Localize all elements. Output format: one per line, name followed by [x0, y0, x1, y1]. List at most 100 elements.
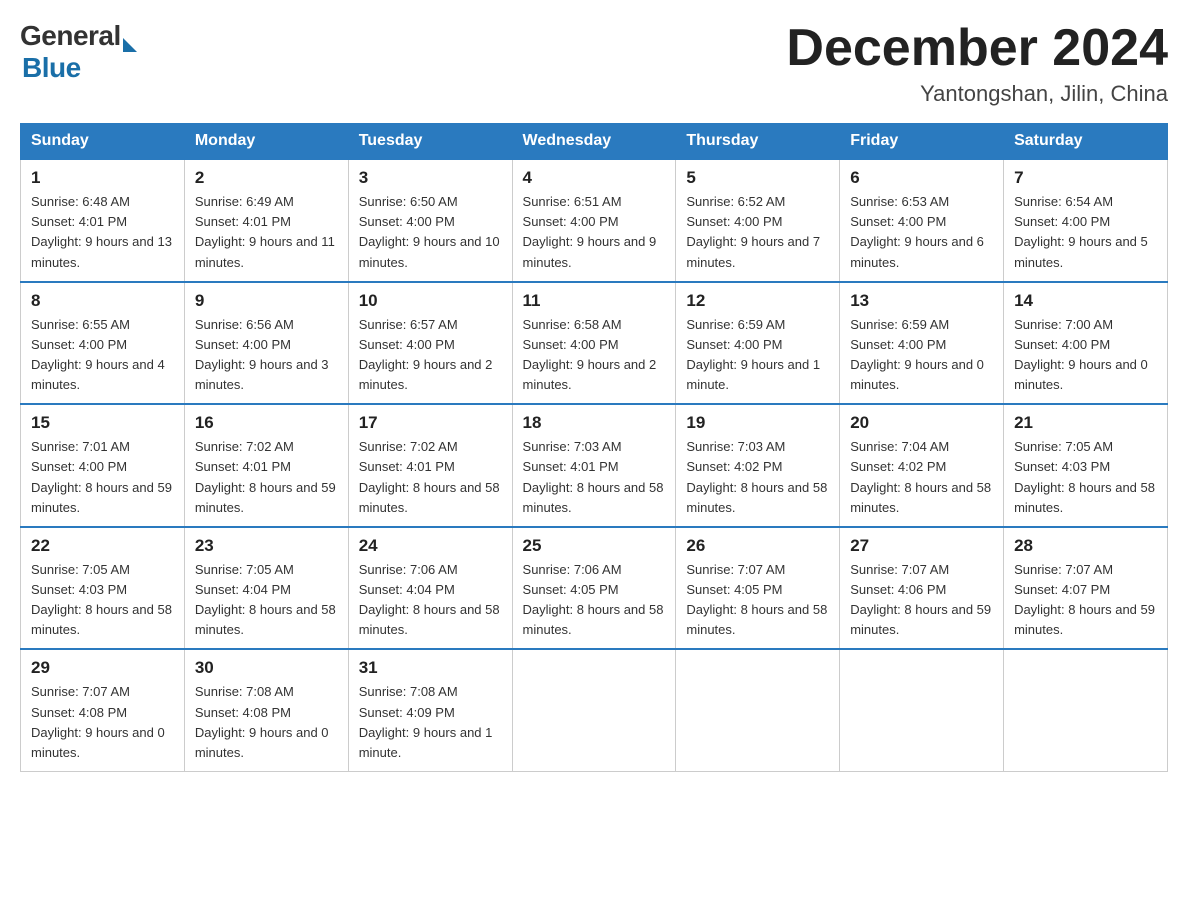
day-number: 6 — [850, 168, 993, 188]
day-info: Sunrise: 6:54 AMSunset: 4:00 PMDaylight:… — [1014, 194, 1148, 269]
calendar-table: SundayMondayTuesdayWednesdayThursdayFrid… — [20, 123, 1168, 772]
month-title: December 2024 — [786, 20, 1168, 77]
day-info: Sunrise: 7:02 AMSunset: 4:01 PMDaylight:… — [359, 439, 500, 514]
day-info: Sunrise: 7:07 AMSunset: 4:05 PMDaylight:… — [686, 562, 827, 637]
day-info: Sunrise: 7:00 AMSunset: 4:00 PMDaylight:… — [1014, 317, 1148, 392]
day-number: 14 — [1014, 291, 1157, 311]
day-number: 26 — [686, 536, 829, 556]
day-number: 17 — [359, 413, 502, 433]
day-number: 29 — [31, 658, 174, 678]
day-info: Sunrise: 6:53 AMSunset: 4:00 PMDaylight:… — [850, 194, 984, 269]
calendar-cell: 6 Sunrise: 6:53 AMSunset: 4:00 PMDayligh… — [840, 159, 1004, 282]
day-info: Sunrise: 7:06 AMSunset: 4:05 PMDaylight:… — [523, 562, 664, 637]
calendar-week-row: 8 Sunrise: 6:55 AMSunset: 4:00 PMDayligh… — [21, 282, 1168, 405]
day-number: 16 — [195, 413, 338, 433]
calendar-cell: 14 Sunrise: 7:00 AMSunset: 4:00 PMDaylig… — [1004, 282, 1168, 405]
page-header: General Blue December 2024 Yantongshan, … — [20, 20, 1168, 107]
day-number: 18 — [523, 413, 666, 433]
title-area: December 2024 Yantongshan, Jilin, China — [786, 20, 1168, 107]
day-number: 12 — [686, 291, 829, 311]
logo-general-text: General — [20, 20, 121, 52]
calendar-cell: 22 Sunrise: 7:05 AMSunset: 4:03 PMDaylig… — [21, 527, 185, 650]
day-number: 3 — [359, 168, 502, 188]
day-number: 1 — [31, 168, 174, 188]
day-number: 28 — [1014, 536, 1157, 556]
day-info: Sunrise: 6:59 AMSunset: 4:00 PMDaylight:… — [686, 317, 820, 392]
calendar-week-row: 29 Sunrise: 7:07 AMSunset: 4:08 PMDaylig… — [21, 649, 1168, 771]
day-info: Sunrise: 6:52 AMSunset: 4:00 PMDaylight:… — [686, 194, 820, 269]
calendar-cell: 16 Sunrise: 7:02 AMSunset: 4:01 PMDaylig… — [184, 404, 348, 527]
day-number: 2 — [195, 168, 338, 188]
location-text: Yantongshan, Jilin, China — [786, 81, 1168, 107]
column-header-monday: Monday — [184, 124, 348, 160]
calendar-cell: 18 Sunrise: 7:03 AMSunset: 4:01 PMDaylig… — [512, 404, 676, 527]
calendar-cell — [512, 649, 676, 771]
day-info: Sunrise: 7:04 AMSunset: 4:02 PMDaylight:… — [850, 439, 991, 514]
day-number: 24 — [359, 536, 502, 556]
day-number: 8 — [31, 291, 174, 311]
day-info: Sunrise: 7:07 AMSunset: 4:07 PMDaylight:… — [1014, 562, 1155, 637]
day-info: Sunrise: 7:02 AMSunset: 4:01 PMDaylight:… — [195, 439, 336, 514]
day-info: Sunrise: 7:05 AMSunset: 4:03 PMDaylight:… — [31, 562, 172, 637]
calendar-cell: 25 Sunrise: 7:06 AMSunset: 4:05 PMDaylig… — [512, 527, 676, 650]
day-number: 5 — [686, 168, 829, 188]
day-info: Sunrise: 7:06 AMSunset: 4:04 PMDaylight:… — [359, 562, 500, 637]
calendar-cell: 3 Sunrise: 6:50 AMSunset: 4:00 PMDayligh… — [348, 159, 512, 282]
calendar-cell: 7 Sunrise: 6:54 AMSunset: 4:00 PMDayligh… — [1004, 159, 1168, 282]
day-info: Sunrise: 7:08 AMSunset: 4:09 PMDaylight:… — [359, 684, 493, 759]
calendar-cell: 26 Sunrise: 7:07 AMSunset: 4:05 PMDaylig… — [676, 527, 840, 650]
column-header-friday: Friday — [840, 124, 1004, 160]
day-number: 11 — [523, 291, 666, 311]
calendar-cell: 1 Sunrise: 6:48 AMSunset: 4:01 PMDayligh… — [21, 159, 185, 282]
day-info: Sunrise: 6:58 AMSunset: 4:00 PMDaylight:… — [523, 317, 657, 392]
calendar-cell: 24 Sunrise: 7:06 AMSunset: 4:04 PMDaylig… — [348, 527, 512, 650]
column-header-saturday: Saturday — [1004, 124, 1168, 160]
column-header-wednesday: Wednesday — [512, 124, 676, 160]
logo-arrow-icon — [123, 38, 137, 52]
calendar-cell: 21 Sunrise: 7:05 AMSunset: 4:03 PMDaylig… — [1004, 404, 1168, 527]
calendar-cell: 8 Sunrise: 6:55 AMSunset: 4:00 PMDayligh… — [21, 282, 185, 405]
day-number: 15 — [31, 413, 174, 433]
calendar-cell: 31 Sunrise: 7:08 AMSunset: 4:09 PMDaylig… — [348, 649, 512, 771]
calendar-cell: 19 Sunrise: 7:03 AMSunset: 4:02 PMDaylig… — [676, 404, 840, 527]
day-number: 7 — [1014, 168, 1157, 188]
calendar-cell: 29 Sunrise: 7:07 AMSunset: 4:08 PMDaylig… — [21, 649, 185, 771]
day-number: 30 — [195, 658, 338, 678]
day-info: Sunrise: 7:07 AMSunset: 4:06 PMDaylight:… — [850, 562, 991, 637]
day-number: 22 — [31, 536, 174, 556]
calendar-cell — [840, 649, 1004, 771]
calendar-week-row: 1 Sunrise: 6:48 AMSunset: 4:01 PMDayligh… — [21, 159, 1168, 282]
day-info: Sunrise: 7:03 AMSunset: 4:01 PMDaylight:… — [523, 439, 664, 514]
column-header-thursday: Thursday — [676, 124, 840, 160]
day-info: Sunrise: 7:01 AMSunset: 4:00 PMDaylight:… — [31, 439, 172, 514]
day-info: Sunrise: 7:08 AMSunset: 4:08 PMDaylight:… — [195, 684, 329, 759]
day-info: Sunrise: 7:05 AMSunset: 4:03 PMDaylight:… — [1014, 439, 1155, 514]
calendar-cell: 27 Sunrise: 7:07 AMSunset: 4:06 PMDaylig… — [840, 527, 1004, 650]
day-number: 10 — [359, 291, 502, 311]
calendar-cell: 13 Sunrise: 6:59 AMSunset: 4:00 PMDaylig… — [840, 282, 1004, 405]
day-number: 27 — [850, 536, 993, 556]
day-number: 20 — [850, 413, 993, 433]
day-number: 9 — [195, 291, 338, 311]
calendar-cell: 12 Sunrise: 6:59 AMSunset: 4:00 PMDaylig… — [676, 282, 840, 405]
calendar-cell: 28 Sunrise: 7:07 AMSunset: 4:07 PMDaylig… — [1004, 527, 1168, 650]
day-number: 19 — [686, 413, 829, 433]
day-info: Sunrise: 6:55 AMSunset: 4:00 PMDaylight:… — [31, 317, 165, 392]
column-header-tuesday: Tuesday — [348, 124, 512, 160]
day-number: 23 — [195, 536, 338, 556]
day-number: 31 — [359, 658, 502, 678]
calendar-cell: 4 Sunrise: 6:51 AMSunset: 4:00 PMDayligh… — [512, 159, 676, 282]
day-info: Sunrise: 6:48 AMSunset: 4:01 PMDaylight:… — [31, 194, 172, 269]
calendar-cell: 2 Sunrise: 6:49 AMSunset: 4:01 PMDayligh… — [184, 159, 348, 282]
day-info: Sunrise: 6:50 AMSunset: 4:00 PMDaylight:… — [359, 194, 500, 269]
calendar-week-row: 22 Sunrise: 7:05 AMSunset: 4:03 PMDaylig… — [21, 527, 1168, 650]
day-info: Sunrise: 7:07 AMSunset: 4:08 PMDaylight:… — [31, 684, 165, 759]
calendar-cell: 23 Sunrise: 7:05 AMSunset: 4:04 PMDaylig… — [184, 527, 348, 650]
day-number: 21 — [1014, 413, 1157, 433]
calendar-cell: 17 Sunrise: 7:02 AMSunset: 4:01 PMDaylig… — [348, 404, 512, 527]
calendar-cell: 9 Sunrise: 6:56 AMSunset: 4:00 PMDayligh… — [184, 282, 348, 405]
day-info: Sunrise: 6:57 AMSunset: 4:00 PMDaylight:… — [359, 317, 493, 392]
day-info: Sunrise: 6:59 AMSunset: 4:00 PMDaylight:… — [850, 317, 984, 392]
calendar-cell — [1004, 649, 1168, 771]
calendar-cell — [676, 649, 840, 771]
